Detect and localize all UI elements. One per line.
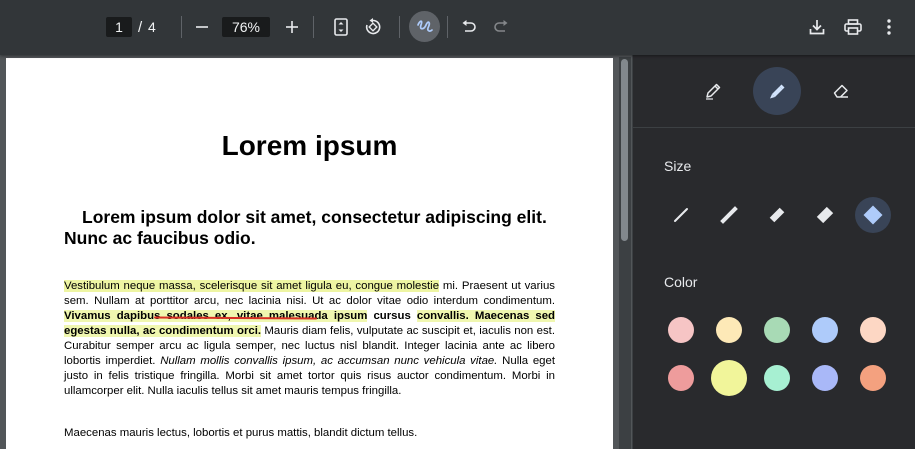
body-paragraph-2: Maecenas mauris lectus, lobortis et puru…	[64, 427, 418, 439]
fit-page-icon	[334, 18, 348, 36]
italic-text: Nullam mollis convallis ipsum, ac accums…	[160, 355, 498, 367]
eraser-tool-button[interactable]	[817, 67, 865, 115]
download-icon	[809, 20, 825, 35]
size-option-4[interactable]	[807, 197, 843, 233]
document-viewer[interactable]: Lorem ipsum Lorem ipsum dolor sit amet, …	[0, 55, 632, 449]
page-number-input[interactable]: 1	[106, 17, 132, 37]
more-options-button[interactable]	[875, 13, 903, 41]
color-swatch[interactable]	[812, 317, 838, 343]
pdf-toolbar: 1 / 4 76%	[0, 0, 915, 55]
highlighter-tool-button[interactable]	[753, 67, 801, 115]
size-5-icon	[863, 205, 883, 225]
size-1-icon	[674, 208, 688, 222]
fit-page-button[interactable]	[327, 13, 355, 41]
redo-button[interactable]	[487, 13, 515, 41]
color-swatch[interactable]	[711, 360, 747, 396]
plus-icon	[286, 21, 298, 33]
pdf-page[interactable]: Lorem ipsum Lorem ipsum dolor sit amet, …	[6, 58, 613, 449]
eraser-icon	[833, 84, 848, 98]
color-swatch[interactable]	[860, 365, 886, 391]
color-swatch[interactable]	[668, 365, 694, 391]
panel-divider	[633, 127, 915, 128]
color-swatch[interactable]	[860, 317, 886, 343]
scrollbar-thumb[interactable]	[621, 59, 628, 241]
page-subtitle: Lorem ipsum dolor sit amet, consectetur …	[64, 207, 547, 248]
page-title: Lorem ipsum	[221, 130, 398, 161]
size-option-3[interactable]	[759, 197, 795, 233]
size-3-icon	[769, 207, 785, 223]
color-swatch[interactable]	[764, 317, 790, 343]
color-swatch[interactable]	[668, 317, 694, 343]
color-swatch[interactable]	[716, 317, 742, 343]
more-icon	[887, 19, 891, 35]
size-label: Size	[664, 158, 692, 174]
size-option-5[interactable]	[855, 197, 891, 233]
undo-button[interactable]	[455, 13, 483, 41]
pen-icon	[706, 83, 721, 100]
size-4-icon	[816, 206, 834, 224]
color-swatch[interactable]	[812, 365, 838, 391]
redo-icon	[494, 20, 508, 32]
zoom-out-button[interactable]	[188, 13, 216, 41]
size-2-icon	[720, 206, 738, 224]
bold-text: cursus	[367, 310, 417, 322]
print-button[interactable]	[839, 13, 867, 41]
highlighter-icon	[770, 84, 785, 99]
zoom-input[interactable]: 76%	[222, 17, 270, 37]
pen-tool-button[interactable]	[689, 67, 737, 115]
highlighted-text: Vestibulum neque massa, scelerisque sit …	[64, 280, 440, 292]
size-option-1[interactable]	[663, 197, 699, 233]
page-total: 4	[148, 19, 156, 35]
document-scrollbar[interactable]	[619, 57, 631, 449]
toolbar-divider	[447, 16, 448, 38]
zoom-in-button[interactable]	[278, 13, 306, 41]
rotate-icon	[365, 18, 381, 35]
color-label: Color	[664, 274, 698, 290]
rotate-button[interactable]	[359, 13, 387, 41]
page-separator: /	[138, 18, 143, 36]
minus-icon	[196, 26, 208, 28]
body-paragraph: Vestibulum neque massa, scelerisque sit …	[64, 279, 556, 399]
annotate-icon	[416, 19, 433, 32]
toolbar-divider	[399, 16, 400, 38]
size-option-2[interactable]	[711, 197, 747, 233]
download-button[interactable]	[803, 13, 831, 41]
toolbar-divider	[313, 16, 314, 38]
undo-icon	[462, 20, 476, 32]
annotation-panel: Size Color	[632, 55, 915, 449]
color-swatch[interactable]	[764, 365, 790, 391]
print-icon	[844, 19, 862, 35]
toolbar-divider	[181, 16, 182, 38]
annotate-button[interactable]	[409, 11, 440, 42]
